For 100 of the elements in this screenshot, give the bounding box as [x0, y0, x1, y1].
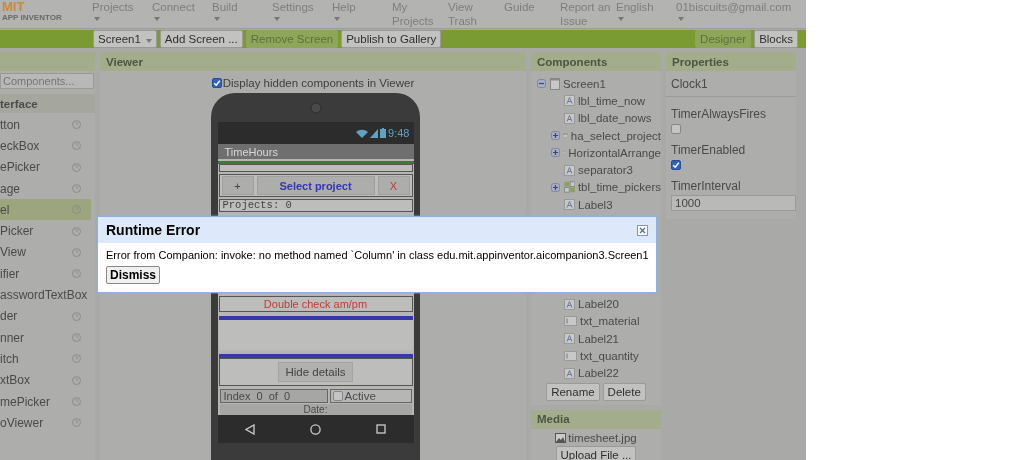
- tree-item[interactable]: ha_select_project: [570, 129, 661, 142]
- tree-item[interactable]: Screen1: [563, 77, 606, 90]
- help-icon[interactable]: [72, 397, 81, 406]
- expand-icon[interactable]: [551, 182, 560, 192]
- expand-icon[interactable]: [551, 148, 560, 158]
- checkbox[interactable]: [671, 124, 681, 134]
- tree-button[interactable]: Rename: [546, 382, 600, 401]
- caret-icon: [618, 17, 624, 21]
- help-icon[interactable]: [72, 354, 81, 364]
- palette-item[interactable]: nner: [0, 326, 91, 349]
- phone-button[interactable]: +: [221, 176, 254, 195]
- wifi-icon: [356, 128, 369, 138]
- help-icon[interactable]: [72, 333, 81, 343]
- palette-item[interactable]: ifier: [0, 263, 91, 285]
- palette-item[interactable]: age: [0, 177, 91, 200]
- recents-icon[interactable]: [376, 424, 386, 434]
- tree-item[interactable]: Label21: [578, 332, 619, 345]
- tree-item[interactable]: Label22: [578, 367, 619, 380]
- help-icon[interactable]: [72, 311, 81, 321]
- palette-item[interactable]: asswordTextBox: [0, 284, 91, 306]
- tree-item[interactable]: Label20: [578, 298, 619, 310]
- checkbox[interactable]: [671, 160, 681, 170]
- projects-label: Projects: 0: [218, 199, 413, 212]
- caret-icon: [145, 38, 152, 43]
- palette-item[interactable]: xtBox: [0, 369, 91, 391]
- palette-item[interactable]: ePicker: [0, 156, 91, 178]
- tree-item[interactable]: Label3: [578, 198, 613, 211]
- help-icon[interactable]: [72, 184, 81, 194]
- close-icon[interactable]: [637, 224, 648, 236]
- tree-item[interactable]: tbl_time_pickers: [577, 181, 661, 194]
- collapse-icon[interactable]: [537, 79, 546, 89]
- phone-button[interactable]: X: [377, 176, 410, 195]
- label-icon: [564, 333, 575, 345]
- label-icon: [564, 112, 575, 124]
- palette-item[interactable]: mePicker: [0, 390, 91, 413]
- panel-title: Media: [531, 409, 661, 429]
- palette-item[interactable]: itch: [0, 348, 91, 370]
- warning-text: Double check am/pm: [218, 296, 413, 312]
- palette-item[interactable]: tton: [0, 114, 91, 136]
- caret-icon: [214, 17, 220, 21]
- checkbox-label[interactable]: Display hidden components in Viewer: [222, 77, 415, 89]
- textbox-icon: [564, 316, 577, 327]
- screen-icon: [550, 77, 560, 90]
- view-tab[interactable]: Blocks: [754, 30, 798, 48]
- home-icon[interactable]: [310, 423, 321, 435]
- dialog-title: Runtime Error: [106, 222, 201, 238]
- toolbar-button[interactable]: Screen1: [93, 30, 157, 48]
- checkbox[interactable]: [211, 78, 222, 88]
- table-icon: [563, 181, 575, 194]
- toolbar-button[interactable]: Publish to Gallery: [341, 30, 442, 48]
- checkbox[interactable]: [332, 391, 343, 401]
- help-icon[interactable]: [72, 418, 81, 428]
- tree-item[interactable]: lbl_date_nows: [578, 112, 652, 125]
- palette-item[interactable]: eckBox: [0, 135, 91, 157]
- label-icon: [564, 199, 575, 211]
- phone-button[interactable]: Select project: [256, 176, 375, 195]
- help-icon[interactable]: [72, 141, 81, 151]
- palette-item[interactable]: View: [0, 241, 91, 264]
- tree-item[interactable]: txt_quantity: [580, 349, 639, 362]
- media-file[interactable]: timesheet.jpg: [568, 431, 637, 444]
- palette-item[interactable]: der: [0, 305, 91, 327]
- tree-button[interactable]: Delete: [602, 382, 646, 401]
- help-icon[interactable]: [72, 247, 81, 257]
- tree-item[interactable]: separator3: [578, 164, 633, 177]
- expand-icon[interactable]: [551, 131, 560, 141]
- logo-subtitle: APP INVENTOR: [2, 13, 63, 22]
- dismiss-button[interactable]: Dismiss: [106, 266, 161, 284]
- caret-icon: [334, 17, 340, 21]
- panel-title: Properties: [666, 52, 796, 71]
- label-icon: [564, 367, 575, 379]
- battery-icon: [380, 128, 387, 138]
- index-label: Index 0 of 0: [219, 389, 328, 403]
- palette-item[interactable]: Picker: [0, 220, 91, 242]
- property-field[interactable]: 1000: [671, 195, 796, 211]
- caret-icon: [94, 17, 100, 21]
- date-label: Date:: [219, 404, 412, 415]
- help-icon[interactable]: [72, 162, 81, 172]
- label-icon: [564, 298, 575, 310]
- back-icon[interactable]: [245, 423, 255, 435]
- error-message: Error from Companion: invoke: no method named `Column' in class edu.mit.appinventor.aicompanion3.Screen1: [106, 249, 649, 261]
- toolbar-button[interactable]: Add Screen ...: [159, 30, 243, 48]
- help-icon[interactable]: [72, 269, 81, 279]
- app-title: TimeHours: [224, 145, 278, 158]
- caret-icon: [678, 17, 684, 21]
- caret-icon: [154, 17, 160, 21]
- help-icon[interactable]: [72, 120, 81, 130]
- tree-item[interactable]: txt_material: [580, 315, 640, 328]
- help-icon[interactable]: [72, 226, 81, 236]
- speaker-icon: [309, 102, 322, 114]
- tree-item[interactable]: HorizontalArrange: [568, 146, 661, 159]
- palette-item[interactable]: oViewer: [0, 412, 91, 434]
- help-icon[interactable]: [72, 375, 81, 385]
- hide-details-button[interactable]: Hide details: [278, 362, 353, 382]
- clock-text: 9:48: [388, 127, 410, 139]
- property-label: TimerAlwaysFires: [671, 107, 767, 121]
- panel-title: Components: [531, 52, 661, 71]
- palette-item[interactable]: el: [0, 199, 91, 221]
- label-icon: [564, 164, 575, 176]
- tree-item[interactable]: lbl_time_now: [578, 94, 646, 107]
- search-field[interactable]: Components...: [0, 73, 94, 89]
